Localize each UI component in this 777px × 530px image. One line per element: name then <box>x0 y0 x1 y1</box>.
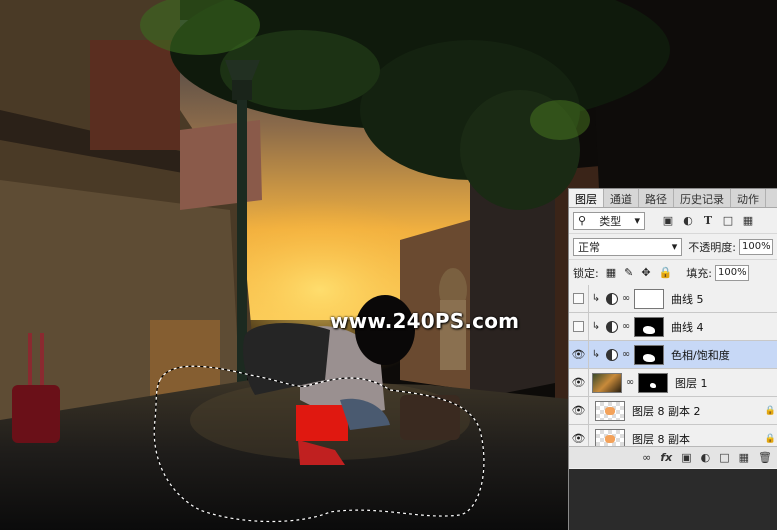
fill-label: 填充: <box>686 266 712 280</box>
layer-row[interactable]: 👁 图层 8 副本 2 🔒 <box>569 396 777 425</box>
layer-lock-icon: 🔒 <box>764 433 776 444</box>
clipping-arrow-icon: ↳ <box>591 293 601 304</box>
layer-name[interactable]: 图层 1 <box>675 375 708 391</box>
layers-list: ↳ ∞ 曲线 5 ↳ ∞ 曲线 4 👁 ↳ ∞ 色相/饱和度 👁 ∞ 图层 1 … <box>569 284 777 453</box>
blend-row: 正常 ▾ 不透明度: 100% <box>569 234 777 260</box>
tab-history[interactable]: 历史记录 <box>674 189 731 207</box>
new-group-icon[interactable]: □ <box>719 451 729 464</box>
chain-link-icon[interactable]: ∞ <box>621 349 631 360</box>
visibility-toggle[interactable]: 👁 <box>569 368 589 397</box>
eye-icon: 👁 <box>571 432 586 445</box>
visibility-off-box <box>573 293 584 304</box>
lock-all-icon[interactable]: 🔒 <box>659 266 673 279</box>
layer-thumbnail[interactable] <box>592 372 622 393</box>
mask-shape <box>650 382 656 388</box>
visibility-off-box <box>573 321 584 332</box>
eye-icon: 👁 <box>571 348 586 361</box>
chevron-down-icon: ▾ <box>634 214 640 227</box>
eye-icon: 👁 <box>571 404 586 417</box>
thumbnail-content <box>605 434 615 443</box>
layer-lock-icon: 🔒 <box>764 405 776 416</box>
layer-mask-thumbnail[interactable] <box>634 288 664 309</box>
trash-icon[interactable]: 🗑 <box>758 451 772 464</box>
filter-kind-select[interactable]: ⚲ 类型 ▾ <box>573 211 645 230</box>
layer-name[interactable]: 色相/饱和度 <box>671 347 730 363</box>
chain-link-icon[interactable]: ∞ <box>621 293 631 304</box>
lock-icons: ▦ ✎ ✥ 🔒 <box>606 266 673 279</box>
panel-tabs: 图层 通道 路径 历史记录 动作 <box>569 189 777 208</box>
layer-row[interactable]: ↳ ∞ 曲线 5 <box>569 284 777 313</box>
mask-shape <box>643 325 655 334</box>
type-filter-icon[interactable]: T <box>701 214 715 228</box>
adjustment-filter-icon[interactable]: ◐ <box>681 214 695 228</box>
layer-thumbnail[interactable] <box>595 400 625 421</box>
filter-kind-value: 类型 <box>599 214 622 228</box>
fill-input[interactable]: 100% <box>714 264 749 281</box>
add-mask-icon[interactable]: ▣ <box>681 451 691 464</box>
lock-transparent-icon[interactable]: ▦ <box>606 266 616 279</box>
link-layers-icon[interactable]: ∞ <box>642 451 651 464</box>
watermark-text: www.240PS.com <box>330 309 520 333</box>
shape-filter-icon[interactable]: □ <box>721 214 735 228</box>
filter-icons: ▣ ◐ T □ ▦ <box>661 214 755 228</box>
lock-move-icon[interactable]: ✥ <box>641 266 650 279</box>
filter-row: ⚲ 类型 ▾ ▣ ◐ T □ ▦ <box>569 208 777 234</box>
layer-name[interactable]: 曲线 4 <box>671 319 704 335</box>
layer-row[interactable]: ↳ ∞ 曲线 4 <box>569 312 777 341</box>
layer-row[interactable]: 👁 ∞ 图层 1 <box>569 368 777 397</box>
chain-link-icon[interactable]: ∞ <box>621 321 631 332</box>
fx-icon[interactable]: fx <box>660 451 672 464</box>
clipping-arrow-icon: ↳ <box>591 321 601 332</box>
image-filter-icon[interactable]: ▣ <box>661 214 675 228</box>
adjustment-icon <box>606 348 618 361</box>
eye-icon: 👁 <box>571 376 586 389</box>
adjustment-icon <box>606 292 618 305</box>
tab-channels[interactable]: 通道 <box>604 189 639 207</box>
opacity-label: 不透明度: <box>688 240 736 254</box>
new-adjustment-icon[interactable]: ◐ <box>701 451 711 464</box>
layer-name[interactable]: 图层 8 副本 2 <box>632 403 701 419</box>
layers-bottom-toolbar: ∞ fx ▣ ◐ □ ▦ 🗑 <box>569 446 777 468</box>
tab-paths[interactable]: 路径 <box>639 189 674 207</box>
visibility-toggle[interactable]: 👁 <box>569 340 589 369</box>
tab-actions[interactable]: 动作 <box>731 189 766 207</box>
new-layer-icon[interactable]: ▦ <box>739 451 749 464</box>
panel-empty-area <box>569 469 777 530</box>
layer-mask-thumbnail[interactable] <box>634 344 664 365</box>
tab-layers[interactable]: 图层 <box>569 189 604 207</box>
blend-mode-select[interactable]: 正常 ▾ <box>573 237 683 256</box>
smart-object-filter-icon[interactable]: ▦ <box>741 214 755 228</box>
blend-mode-value: 正常 <box>578 240 600 254</box>
chevron-down-icon: ▾ <box>671 240 678 253</box>
layer-row-selected[interactable]: 👁 ↳ ∞ 色相/饱和度 <box>569 340 777 369</box>
adjustment-icon <box>606 320 618 333</box>
layer-mask-thumbnail[interactable] <box>634 316 664 337</box>
clipping-arrow-icon: ↳ <box>591 349 601 360</box>
mask-shape <box>643 353 655 362</box>
opacity-input[interactable]: 100% <box>739 238 773 255</box>
search-icon: ⚲ <box>578 214 587 227</box>
chain-link-icon[interactable]: ∞ <box>625 377 635 388</box>
visibility-toggle[interactable]: 👁 <box>569 396 589 425</box>
thumbnail-content <box>605 406 615 415</box>
lock-label: 锁定: <box>573 266 599 280</box>
layer-mask-thumbnail[interactable] <box>638 372 668 393</box>
lock-paint-icon[interactable]: ✎ <box>624 266 633 279</box>
layer-name[interactable]: 图层 8 副本 <box>632 431 690 447</box>
visibility-toggle[interactable] <box>569 284 589 313</box>
visibility-toggle[interactable] <box>569 312 589 341</box>
layers-panel: 图层 通道 路径 历史记录 动作 ⚲ 类型 ▾ ▣ ◐ T □ ▦ 正常 ▾ 不… <box>568 188 777 530</box>
lock-row: 锁定: ▦ ✎ ✥ 🔒 填充: 100% <box>569 260 777 286</box>
layer-name[interactable]: 曲线 5 <box>671 291 704 307</box>
